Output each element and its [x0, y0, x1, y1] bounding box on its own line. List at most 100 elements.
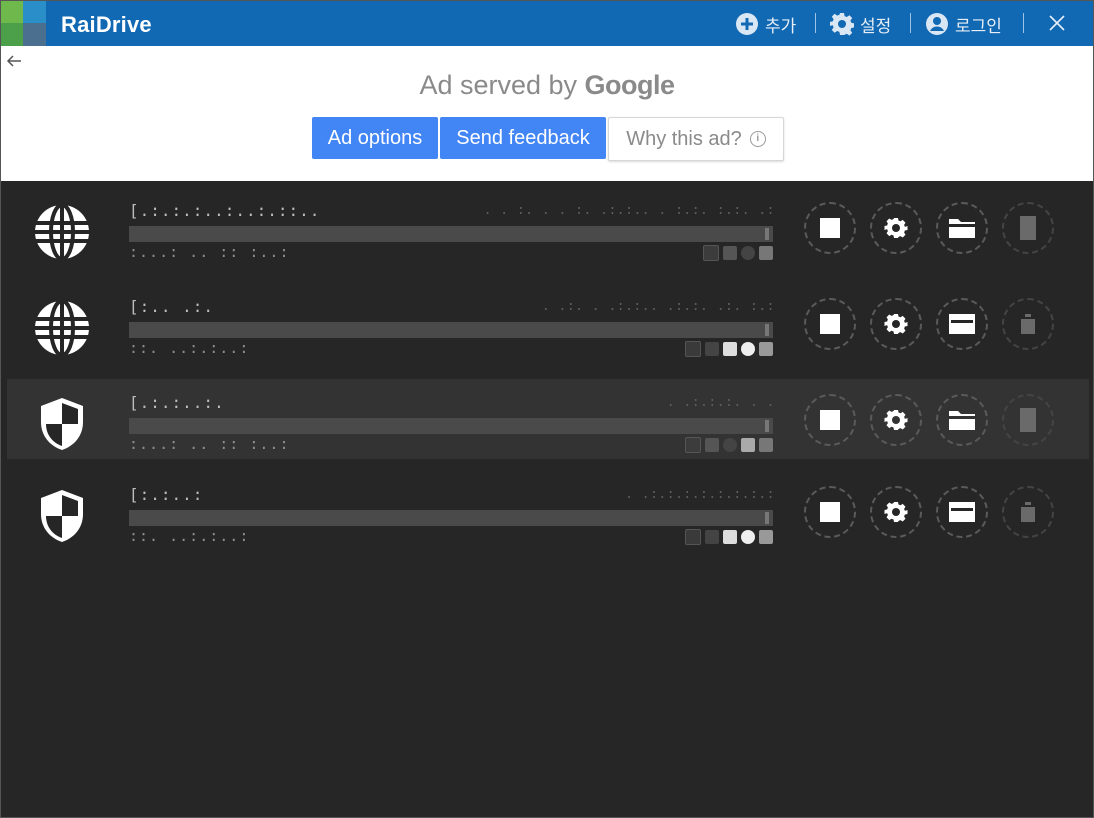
drive-row[interactable]: [:.:..: . .:.:.:.:.:.:.:.: ::. ..:.:..: [7, 471, 1089, 551]
drive-row[interactable]: [.:.:.:..:..:.::.. . . :. . . :. .:.:.. … [7, 187, 1089, 267]
status-icon [759, 438, 773, 452]
wifi-icon [723, 342, 737, 356]
login-label: 로그인 [955, 16, 1002, 36]
ad-banner: Ad served by Google Ad options Send feed… [1, 46, 1093, 181]
gear-icon [884, 410, 908, 430]
stop-icon [820, 314, 840, 334]
cloud-icon [759, 246, 773, 260]
why-this-ad-button[interactable]: Why this ad? i [608, 117, 784, 161]
delete-button[interactable] [1002, 298, 1054, 350]
settings-label: 설정 [860, 16, 892, 36]
stop-button[interactable] [804, 394, 856, 446]
trash-icon [1021, 314, 1035, 334]
drive-path: . .:.:.:.:.:.:.:.: [625, 487, 775, 502]
trash-icon [1020, 216, 1036, 240]
why-this-ad-label: Why this ad? [626, 127, 742, 150]
drive-path: . .:.:.:. . . [666, 395, 775, 410]
drive-path: . . :. . . :. .:.:.. . :.:. :.:. .: [483, 203, 775, 218]
stop-button[interactable] [804, 298, 856, 350]
open-folder-button[interactable] [936, 202, 988, 254]
ad-options-button[interactable]: Ad options [312, 117, 438, 159]
stop-button[interactable] [804, 486, 856, 538]
add-button[interactable]: 추가 [735, 10, 796, 38]
shield-icon [31, 485, 93, 547]
gear-icon [830, 12, 854, 36]
lock-icon [705, 530, 719, 544]
drive-name: [.:.:.:..:..:.::.. [129, 201, 321, 220]
stop-icon [820, 502, 840, 522]
delete-button[interactable] [1002, 202, 1054, 254]
globe-icon [31, 297, 93, 359]
globe-icon [31, 201, 93, 263]
app-logo [1, 1, 46, 46]
drive-flags [685, 437, 773, 453]
drive-status: ::. ..:.:..: [129, 527, 250, 545]
cloud-icon [741, 438, 755, 452]
ad-served-by-text: Ad served by [419, 70, 578, 100]
user-circle-icon [925, 12, 949, 36]
drive-actions [804, 394, 1064, 450]
settings-button[interactable]: 설정 [830, 10, 891, 38]
open-folder-button[interactable] [936, 298, 988, 350]
drive-settings-button[interactable] [870, 298, 922, 350]
flag-icon [685, 437, 701, 453]
lock-icon [705, 438, 719, 452]
drive-actions [804, 202, 1064, 258]
drive-row[interactable]: [.:.:..:. . .:.:.:. . . :...: .. :: :..: [7, 379, 1089, 459]
drive-status: :...: .. :: :..: [129, 435, 290, 453]
lock-icon [723, 246, 737, 260]
drive-actions [804, 298, 1064, 354]
sync-icon [723, 438, 737, 452]
close-icon [1049, 15, 1065, 31]
stop-button[interactable] [804, 202, 856, 254]
stop-icon [820, 218, 840, 238]
drive-usage-bar [129, 322, 773, 338]
drive-usage-bar [129, 226, 773, 242]
delete-button[interactable] [1002, 394, 1054, 446]
add-label: 추가 [765, 16, 797, 36]
open-folder-button[interactable] [936, 486, 988, 538]
open-folder-button[interactable] [936, 394, 988, 446]
drive-row[interactable]: [:.. .:. . .:. . .:.:.. .:.:. .:. :.: ::… [7, 283, 1089, 363]
drive-flags [703, 245, 773, 261]
send-feedback-button[interactable]: Send feedback [440, 117, 606, 159]
drive-settings-button[interactable] [870, 486, 922, 538]
folder-icon [949, 219, 975, 238]
trash-icon [1020, 408, 1036, 432]
wifi-icon [723, 530, 737, 544]
toolbar-separator [815, 13, 816, 33]
gear-icon [884, 502, 908, 522]
drive-status: :...: .. :: :..: [129, 243, 290, 261]
close-button[interactable] [1045, 11, 1069, 35]
login-button[interactable]: 로그인 [925, 10, 1002, 38]
drive-status: ::. ..:.:..: [129, 339, 250, 357]
drive-usage-bar [129, 418, 773, 434]
cloud-icon [759, 342, 773, 356]
plus-circle-icon [735, 12, 759, 36]
app-window: RaiDrive 추가 설정 로그인 Ad served by Google A… [0, 0, 1094, 818]
gear-icon [884, 218, 908, 238]
drive-settings-button[interactable] [870, 394, 922, 446]
gear-icon [884, 314, 908, 334]
drive-name: [.:.:..:. [129, 393, 225, 412]
drive-actions [804, 486, 1064, 542]
arrow-left-icon [6, 55, 21, 67]
drive-flags [685, 341, 773, 357]
drive-flags [685, 529, 773, 545]
flag-icon [685, 529, 701, 545]
folder-icon [949, 314, 975, 334]
cloud-icon [759, 530, 773, 544]
drive-settings-button[interactable] [870, 202, 922, 254]
sync-icon [741, 342, 755, 356]
title-bar: RaiDrive 추가 설정 로그인 [1, 1, 1093, 46]
google-logo-text: Google [584, 70, 676, 100]
back-button[interactable] [5, 52, 23, 70]
toolbar-separator [910, 13, 911, 33]
toolbar-separator [1023, 13, 1024, 33]
info-icon: i [749, 131, 766, 147]
drive-path: . .:. . .:.:.. .:.:. .:. :.: [541, 299, 775, 314]
sync-icon [741, 530, 755, 544]
folder-icon [949, 502, 975, 522]
delete-button[interactable] [1002, 486, 1054, 538]
drive-name: [:.:..: [129, 485, 204, 504]
